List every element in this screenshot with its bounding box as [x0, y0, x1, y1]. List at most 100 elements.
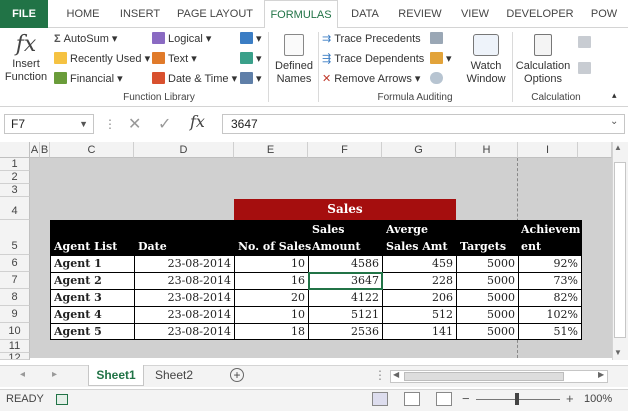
table-cell[interactable]: 459 [382, 257, 453, 270]
trace-dependents-button[interactable]: ⇶ Trace Dependents [322, 52, 424, 65]
table-cell[interactable]: 4586 [308, 257, 379, 270]
tab-formulas[interactable]: FORMULAS [264, 0, 338, 29]
column-header[interactable]: E [234, 142, 308, 158]
tab-home[interactable]: HOME [58, 0, 108, 28]
header-avg-line1[interactable]: Averge [386, 223, 428, 236]
row-header[interactable]: 12 [0, 353, 30, 360]
macro-record-icon[interactable] [56, 394, 68, 405]
collapse-ribbon-icon[interactable]: ▴ [612, 90, 617, 101]
tab-file[interactable]: FILE [0, 0, 48, 28]
zoom-level[interactable]: 100% [584, 393, 612, 405]
row-header[interactable]: 10 [0, 323, 30, 340]
tab-page-layout[interactable]: PAGE LAYOUT [172, 0, 258, 28]
column-header[interactable]: C [50, 142, 134, 158]
horizontal-scroll-thumb[interactable] [404, 372, 564, 381]
financial-button[interactable]: Financial ▾ [54, 72, 123, 85]
table-cell[interactable]: 512 [382, 308, 453, 321]
table-cell[interactable]: 23-08-2014 [134, 257, 231, 270]
column-header[interactable]: A [30, 142, 40, 158]
vertical-scroll-thumb[interactable] [614, 162, 626, 338]
add-sheet-icon[interactable]: + [230, 368, 244, 382]
row-header[interactable]: 7 [0, 272, 30, 289]
select-all-corner[interactable] [0, 142, 30, 158]
text-button[interactable]: Text ▾ [152, 52, 197, 65]
column-header[interactable]: B [40, 142, 50, 158]
scroll-left-icon[interactable]: ◀ [393, 370, 399, 379]
column-header[interactable]: H [456, 142, 518, 158]
prev-sheet-icon[interactable]: ◂ [20, 369, 25, 380]
sheet-tab-sheet2[interactable]: Sheet2 [148, 365, 200, 386]
row-header[interactable]: 4 [0, 197, 30, 220]
table-cell[interactable]: 5000 [456, 257, 515, 270]
table-cell[interactable]: 10 [234, 308, 305, 321]
table-cell[interactable]: Agent 5 [54, 325, 102, 338]
page-layout-view-icon[interactable] [404, 392, 420, 406]
scroll-down-icon[interactable]: ▼ [614, 348, 622, 357]
normal-view-icon[interactable] [372, 392, 388, 406]
cancel-icon[interactable]: ✕ [128, 114, 141, 134]
tab-power[interactable]: POW [584, 0, 624, 28]
evaluate-formula-button[interactable] [430, 72, 446, 85]
table-cell[interactable]: 141 [382, 325, 453, 338]
page-break-view-icon[interactable] [436, 392, 452, 406]
row-header[interactable]: 9 [0, 306, 30, 323]
table-cell[interactable]: 82% [518, 291, 578, 304]
more-functions-button[interactable]: ▾ [240, 72, 262, 85]
date-time-button[interactable]: Date & Time ▾ [152, 72, 237, 85]
header-agent-list[interactable]: Agent List [54, 240, 117, 253]
tab-insert[interactable]: INSERT [112, 0, 168, 28]
table-cell[interactable]: Agent 4 [54, 308, 102, 321]
expand-formula-bar-icon[interactable]: ⌄ [610, 116, 618, 127]
header-achievement-line1[interactable]: Achievem [521, 223, 580, 236]
tab-developer[interactable]: DEVELOPER [502, 0, 578, 28]
sheet-tab-sheet1[interactable]: Sheet1 [88, 365, 144, 386]
remove-arrows-button[interactable]: ✕ Remove Arrows ▾ [322, 72, 420, 85]
math-button[interactable]: ▾ [240, 52, 262, 65]
table-cell[interactable]: Agent 3 [54, 291, 102, 304]
row-header[interactable]: 8 [0, 289, 30, 306]
lookup-button[interactable]: ▾ [240, 32, 262, 45]
show-formulas-button[interactable] [430, 32, 446, 45]
column-header-selected[interactable]: F [308, 142, 382, 158]
enter-icon[interactable]: ✓ [158, 114, 171, 134]
table-cell[interactable]: 228 [382, 274, 453, 287]
error-checking-button[interactable]: ▾ [430, 52, 452, 65]
next-sheet-icon[interactable]: ▸ [52, 369, 57, 380]
table-cell[interactable]: 92% [518, 257, 578, 270]
recently-used-button[interactable]: Recently Used ▾ [54, 52, 150, 65]
tab-data[interactable]: DATA [342, 0, 388, 28]
zoom-in-icon[interactable]: + [566, 391, 574, 406]
row-header[interactable]: 5 [0, 220, 30, 255]
sales-title-banner[interactable]: Sales [234, 199, 456, 220]
column-header[interactable]: G [382, 142, 456, 158]
table-cell[interactable]: 23-08-2014 [134, 325, 231, 338]
table-cell[interactable]: 5000 [456, 308, 515, 321]
column-header[interactable]: I [518, 142, 578, 158]
table-cell[interactable]: 20 [234, 291, 305, 304]
watch-window-button[interactable]: Watch Window [464, 32, 508, 86]
table-cell[interactable]: 5121 [308, 308, 379, 321]
table-cell[interactable]: 10 [234, 257, 305, 270]
autosum-button[interactable]: Σ AutoSum ▾ [54, 32, 117, 45]
row-header[interactable]: 2 [0, 171, 30, 184]
logical-button[interactable]: Logical ▾ [152, 32, 211, 45]
table-cell[interactable]: 23-08-2014 [134, 291, 231, 304]
row-header[interactable]: 1 [0, 158, 30, 171]
table-cell[interactable]: Agent 1 [54, 257, 102, 270]
name-box[interactable]: F7 ▼ [4, 114, 94, 134]
table-cell[interactable]: Agent 2 [54, 274, 102, 287]
header-date[interactable]: Date [138, 240, 167, 253]
zoom-slider-thumb[interactable] [515, 393, 519, 405]
row-header[interactable]: 6 [0, 255, 30, 272]
calculate-sheet-button[interactable] [578, 62, 594, 75]
table-cell[interactable]: 4122 [308, 291, 379, 304]
table-cell[interactable]: 5000 [456, 291, 515, 304]
tab-review[interactable]: REVIEW [392, 0, 448, 28]
formula-input[interactable]: 3647 [222, 114, 625, 134]
trace-precedents-button[interactable]: ⇉ Trace Precedents [322, 32, 421, 45]
table-cell[interactable]: 5000 [456, 325, 515, 338]
table-cell[interactable]: 18 [234, 325, 305, 338]
column-header[interactable]: D [134, 142, 234, 158]
scroll-right-icon[interactable]: ▶ [598, 370, 604, 379]
calculation-options-button[interactable]: Calculation Options [514, 32, 572, 86]
